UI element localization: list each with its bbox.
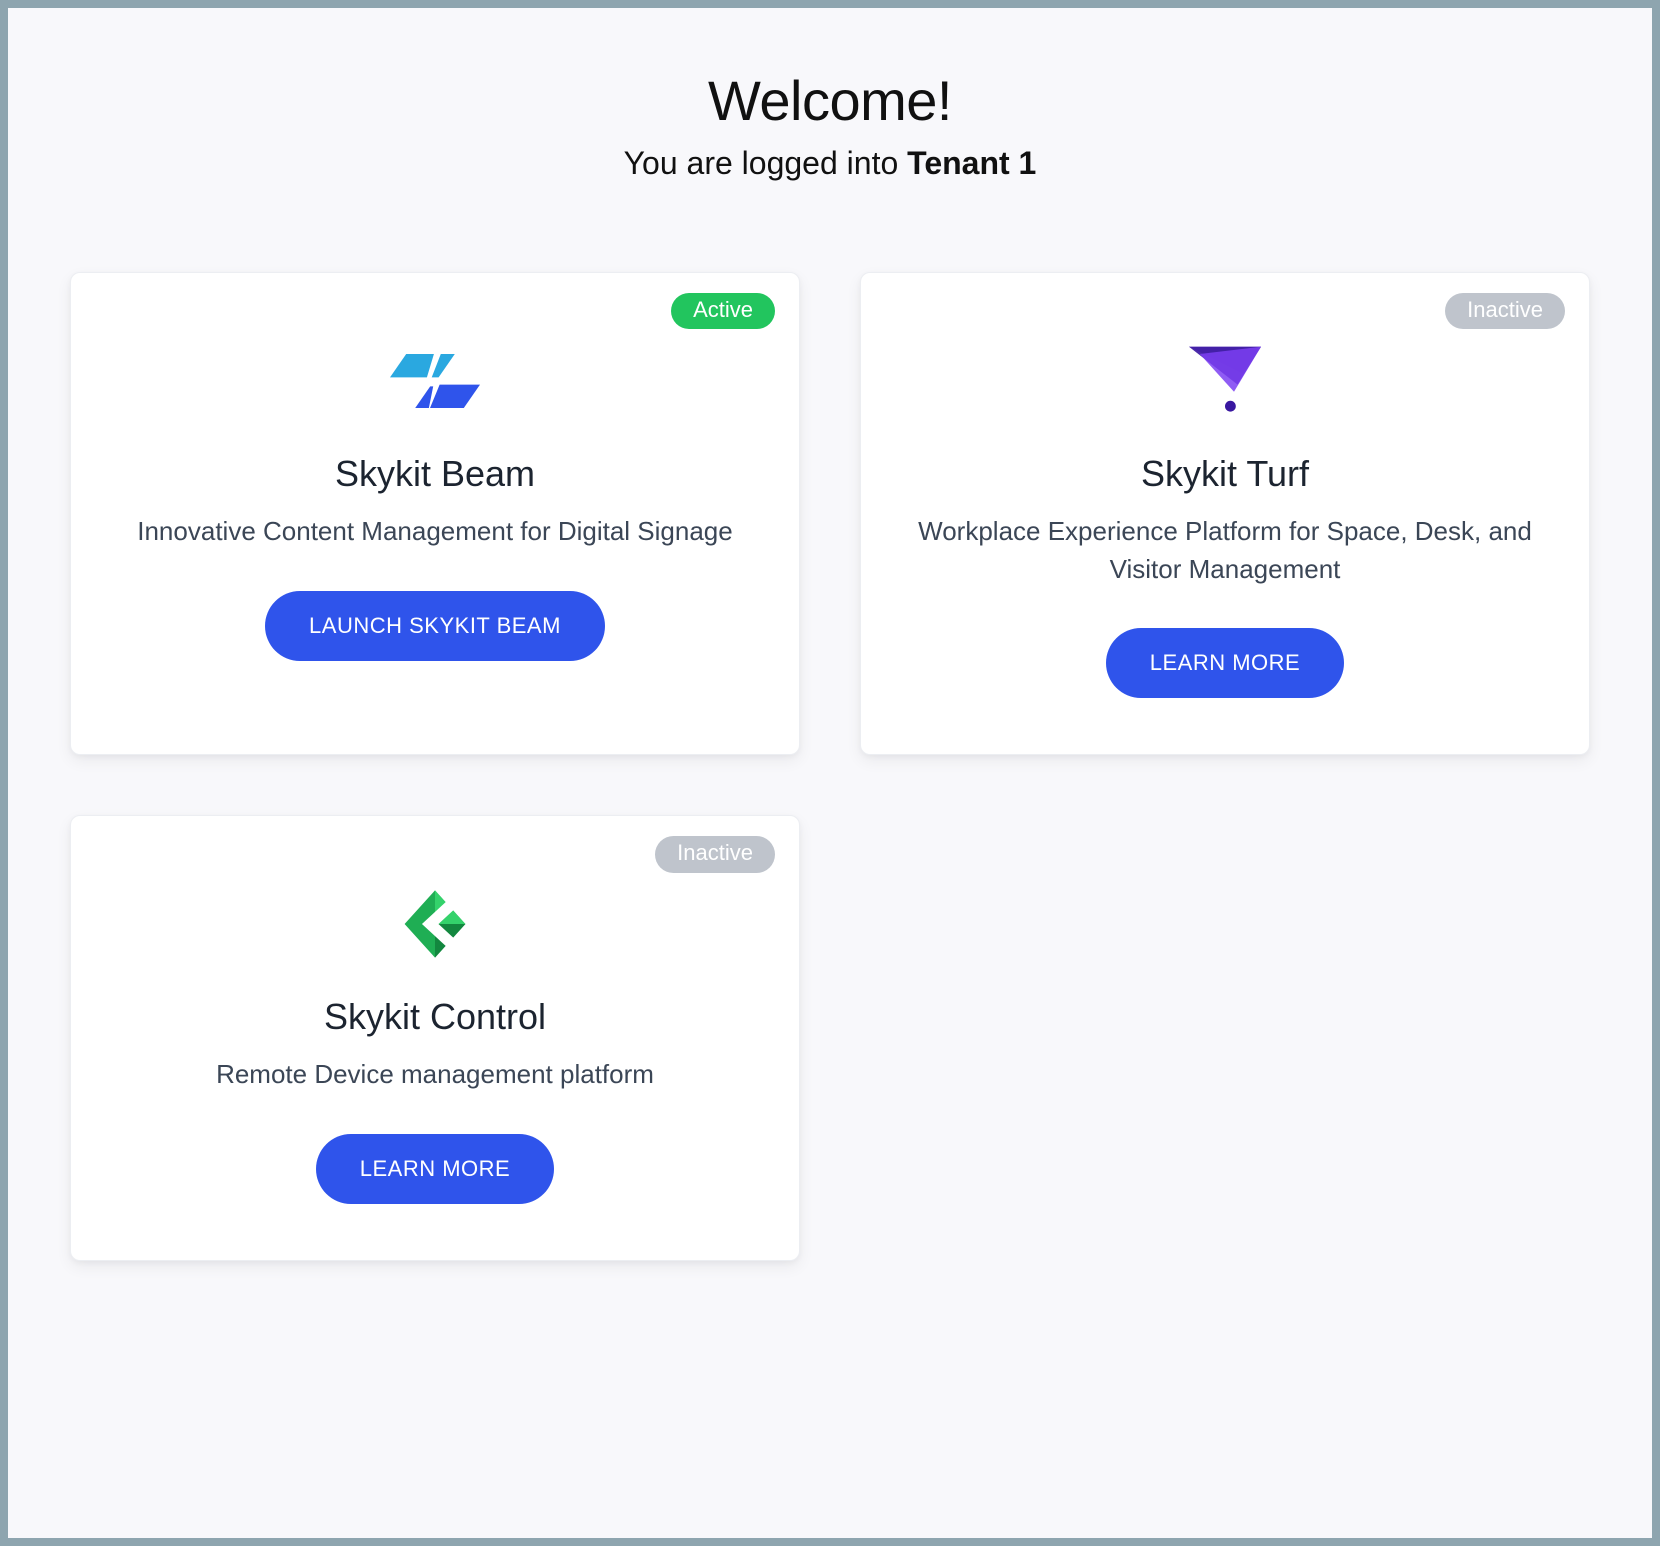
product-card-turf: Inactive Skykit Turf Workplace Experienc… xyxy=(860,272,1590,755)
app-frame: Welcome! You are logged into Tenant 1 Ac… xyxy=(8,8,1652,1538)
product-description: Workplace Experience Platform for Space,… xyxy=(915,513,1535,588)
product-title: Skykit Turf xyxy=(1141,453,1309,495)
turf-icon xyxy=(1175,333,1275,429)
learn-more-control-button[interactable]: LEARN MORE xyxy=(316,1134,554,1204)
control-icon xyxy=(385,876,485,972)
welcome-heading: Welcome! xyxy=(68,68,1592,133)
learn-more-turf-button[interactable]: LEARN MORE xyxy=(1106,628,1344,698)
product-description: Remote Device management platform xyxy=(216,1056,654,1094)
product-card-control: Inactive Skykit Control Remote Device ma… xyxy=(70,815,800,1261)
product-description: Innovative Content Management for Digita… xyxy=(137,513,732,551)
launch-beam-button[interactable]: LAUNCH SKYKIT BEAM xyxy=(265,591,605,661)
product-title: Skykit Beam xyxy=(335,453,535,495)
tenant-name: Tenant 1 xyxy=(907,145,1036,181)
status-badge: Inactive xyxy=(655,836,775,872)
subhead-prefix: You are logged into xyxy=(624,145,908,181)
product-card-beam: Active Skykit Beam Innovative Content Ma… xyxy=(70,272,800,755)
status-badge: Active xyxy=(671,293,775,329)
tenant-subheading: You are logged into Tenant 1 xyxy=(68,145,1592,182)
product-title: Skykit Control xyxy=(324,996,546,1038)
product-grid: Active Skykit Beam Innovative Content Ma… xyxy=(70,272,1590,1261)
beam-icon xyxy=(385,333,485,429)
page-header: Welcome! You are logged into Tenant 1 xyxy=(68,68,1592,182)
status-badge: Inactive xyxy=(1445,293,1565,329)
